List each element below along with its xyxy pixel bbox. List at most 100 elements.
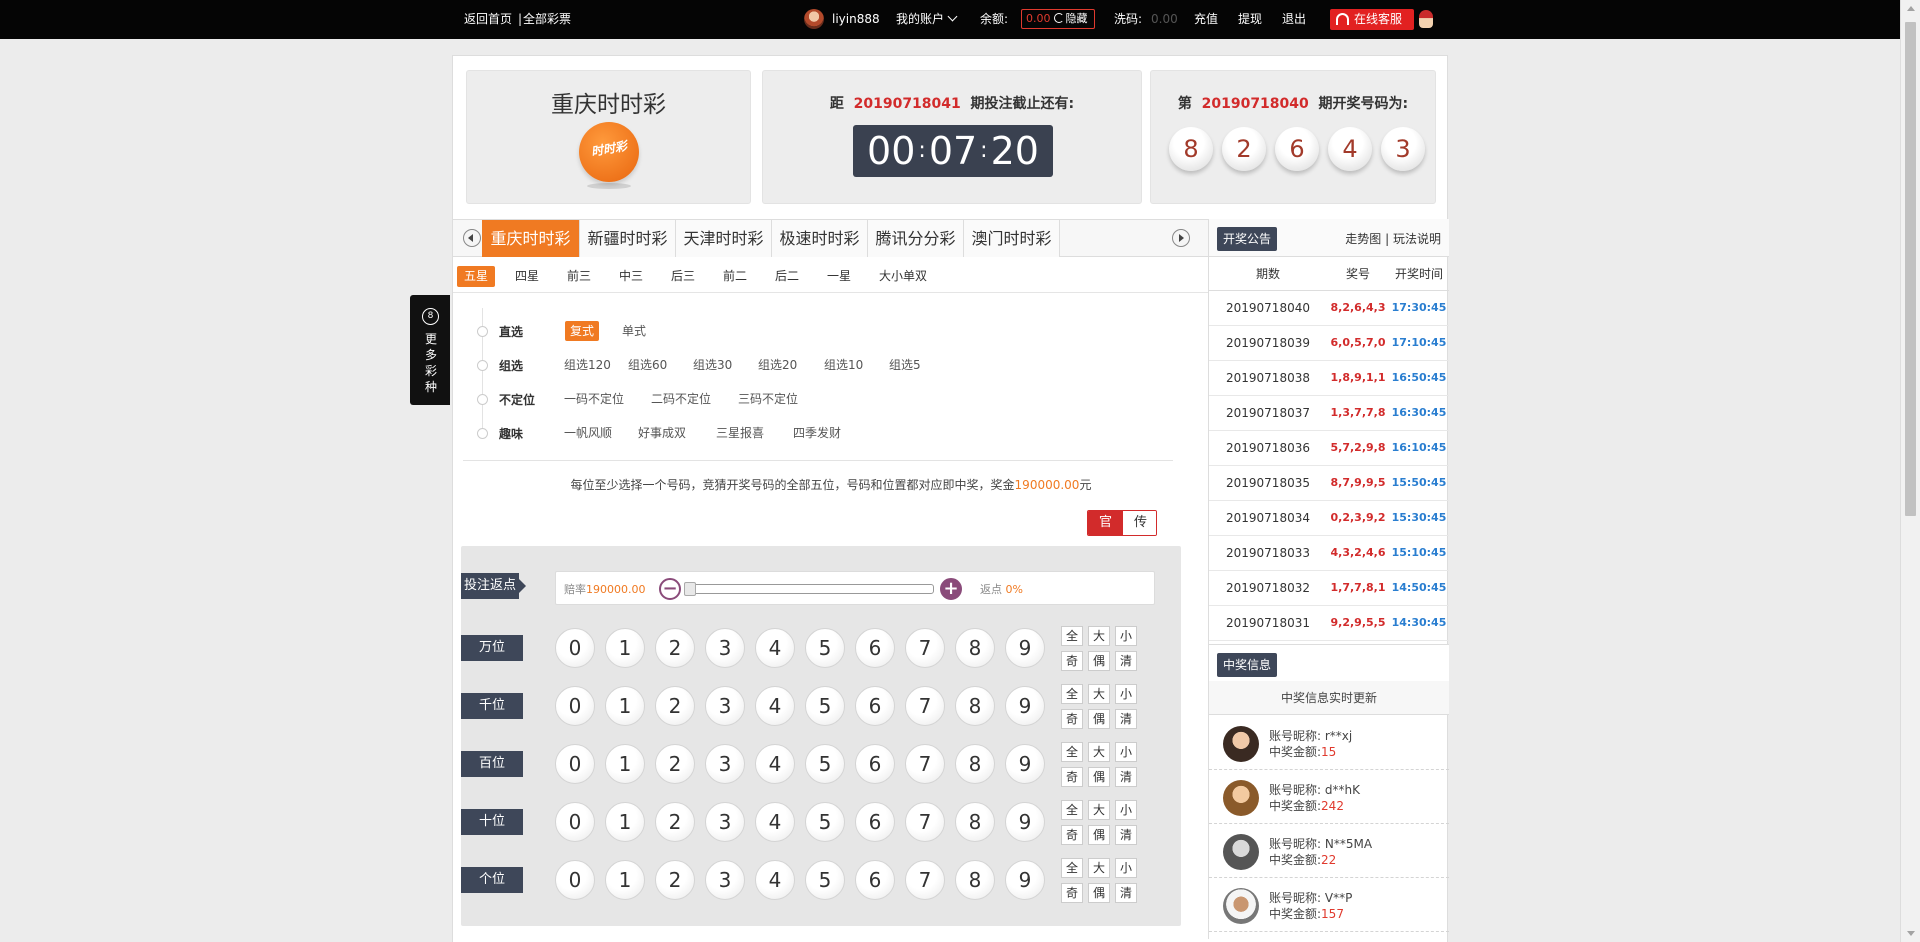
more-lotteries-tab[interactable]: 8 更多彩种 xyxy=(410,295,450,405)
page-scrollbar[interactable] xyxy=(1900,0,1920,942)
number-ball[interactable]: 3 xyxy=(705,744,745,784)
number-ball[interactable]: 2 xyxy=(655,686,695,726)
username[interactable]: liyin888 xyxy=(832,0,880,39)
quick-select-button[interactable]: 偶 xyxy=(1088,767,1110,787)
number-ball[interactable]: 4 xyxy=(755,744,795,784)
sub-option[interactable]: 三星报喜 xyxy=(711,423,769,443)
number-ball[interactable]: 3 xyxy=(705,628,745,668)
sub-option[interactable]: 二码不定位 xyxy=(646,389,716,409)
trend-link[interactable]: 走势图 xyxy=(1345,232,1381,246)
number-ball[interactable]: 8 xyxy=(955,744,995,784)
number-ball[interactable]: 5 xyxy=(805,628,845,668)
number-ball[interactable]: 2 xyxy=(655,744,695,784)
number-ball[interactable]: 8 xyxy=(955,860,995,900)
number-ball[interactable]: 6 xyxy=(855,686,895,726)
scroll-up-arrow-icon[interactable] xyxy=(1907,6,1915,11)
quick-select-button[interactable]: 大 xyxy=(1088,800,1110,820)
sub-option[interactable]: 四季发财 xyxy=(788,423,846,443)
scroll-thumb[interactable] xyxy=(1905,22,1916,516)
number-ball[interactable]: 0 xyxy=(555,860,595,900)
quick-select-button[interactable]: 奇 xyxy=(1061,651,1083,671)
hide-balance-button[interactable]: 隐藏 xyxy=(1066,12,1088,25)
number-ball[interactable]: 6 xyxy=(855,744,895,784)
play-tab[interactable]: 大小单双 xyxy=(872,266,934,287)
tabs-prev-button[interactable] xyxy=(463,229,481,247)
quick-select-button[interactable]: 偶 xyxy=(1088,883,1110,903)
number-ball[interactable]: 4 xyxy=(755,628,795,668)
quick-select-button[interactable]: 奇 xyxy=(1061,883,1083,903)
play-tab[interactable]: 一星 xyxy=(820,266,858,287)
quick-select-button[interactable]: 偶 xyxy=(1088,709,1110,729)
quick-select-button[interactable]: 清 xyxy=(1115,825,1137,845)
play-tab[interactable]: 后二 xyxy=(768,266,806,287)
tabs-next-button[interactable] xyxy=(1172,229,1190,247)
quick-select-button[interactable]: 全 xyxy=(1061,626,1083,646)
number-ball[interactable]: 0 xyxy=(555,744,595,784)
play-tab[interactable]: 五星 xyxy=(457,266,496,287)
withdraw-link[interactable]: 提现 xyxy=(1238,0,1262,39)
sub-option[interactable]: 单式 xyxy=(617,321,651,341)
rebate-minus-button[interactable]: − xyxy=(659,578,681,600)
number-ball[interactable]: 5 xyxy=(805,802,845,842)
refresh-icon[interactable] xyxy=(1053,13,1064,23)
online-service-button[interactable]: 在线客服 xyxy=(1330,9,1414,30)
rules-link[interactable]: 玩法说明 xyxy=(1393,232,1441,246)
quick-select-button[interactable]: 小 xyxy=(1115,684,1137,704)
play-tab[interactable]: 后三 xyxy=(664,266,702,287)
sub-option[interactable]: 组选5 xyxy=(884,355,926,375)
all-lottery-link[interactable]: 全部彩票 xyxy=(523,0,571,39)
sub-option[interactable]: 组选30 xyxy=(688,355,737,375)
quick-select-button[interactable]: 偶 xyxy=(1088,825,1110,845)
home-link[interactable]: 返回首页 xyxy=(464,0,512,39)
game-tab[interactable]: 腾讯分分彩 xyxy=(868,220,964,257)
number-ball[interactable]: 4 xyxy=(755,860,795,900)
rebate-plus-button[interactable]: + xyxy=(940,578,962,600)
number-ball[interactable]: 9 xyxy=(1005,628,1045,668)
number-ball[interactable]: 7 xyxy=(905,860,945,900)
number-ball[interactable]: 9 xyxy=(1005,802,1045,842)
number-ball[interactable]: 2 xyxy=(655,802,695,842)
sub-option[interactable]: 组选10 xyxy=(819,355,868,375)
my-account-menu[interactable]: 我的账户 xyxy=(896,0,958,39)
game-tab[interactable]: 重庆时时彩 xyxy=(482,220,580,257)
sub-option[interactable]: 一帆风顺 xyxy=(559,423,617,443)
sub-option[interactable]: 组选120 xyxy=(559,355,616,375)
number-ball[interactable]: 8 xyxy=(955,628,995,668)
traditional-mode-button[interactable]: 传 xyxy=(1123,511,1156,535)
number-ball[interactable]: 1 xyxy=(605,744,645,784)
quick-select-button[interactable]: 大 xyxy=(1088,742,1110,762)
rebate-slider[interactable] xyxy=(684,582,934,596)
scroll-down-arrow-icon[interactable] xyxy=(1907,931,1915,936)
number-ball[interactable]: 9 xyxy=(1005,860,1045,900)
game-tab[interactable]: 天津时时彩 xyxy=(676,220,772,257)
number-ball[interactable]: 0 xyxy=(555,686,595,726)
number-ball[interactable]: 6 xyxy=(855,802,895,842)
number-ball[interactable]: 3 xyxy=(705,860,745,900)
sub-option[interactable]: 复式 xyxy=(565,321,600,341)
sub-option[interactable]: 好事成双 xyxy=(633,423,691,443)
game-tab[interactable]: 新疆时时彩 xyxy=(580,220,676,257)
number-ball[interactable]: 5 xyxy=(805,686,845,726)
quick-select-button[interactable]: 全 xyxy=(1061,684,1083,704)
quick-select-button[interactable]: 大 xyxy=(1088,626,1110,646)
number-ball[interactable]: 5 xyxy=(805,860,845,900)
number-ball[interactable]: 1 xyxy=(605,860,645,900)
quick-select-button[interactable]: 偶 xyxy=(1088,651,1110,671)
number-ball[interactable]: 9 xyxy=(1005,744,1045,784)
sub-option[interactable]: 三码不定位 xyxy=(733,389,803,409)
number-ball[interactable]: 9 xyxy=(1005,686,1045,726)
number-ball[interactable]: 1 xyxy=(605,802,645,842)
number-ball[interactable]: 3 xyxy=(705,686,745,726)
quick-select-button[interactable]: 小 xyxy=(1115,800,1137,820)
quick-select-button[interactable]: 清 xyxy=(1115,709,1137,729)
number-ball[interactable]: 6 xyxy=(855,860,895,900)
quick-select-button[interactable]: 全 xyxy=(1061,742,1083,762)
quick-select-button[interactable]: 大 xyxy=(1088,684,1110,704)
play-tab[interactable]: 前二 xyxy=(716,266,754,287)
number-ball[interactable]: 6 xyxy=(855,628,895,668)
quick-select-button[interactable]: 清 xyxy=(1115,651,1137,671)
quick-select-button[interactable]: 奇 xyxy=(1061,767,1083,787)
number-ball[interactable]: 0 xyxy=(555,802,595,842)
quick-select-button[interactable]: 全 xyxy=(1061,858,1083,878)
quick-select-button[interactable]: 奇 xyxy=(1061,709,1083,729)
